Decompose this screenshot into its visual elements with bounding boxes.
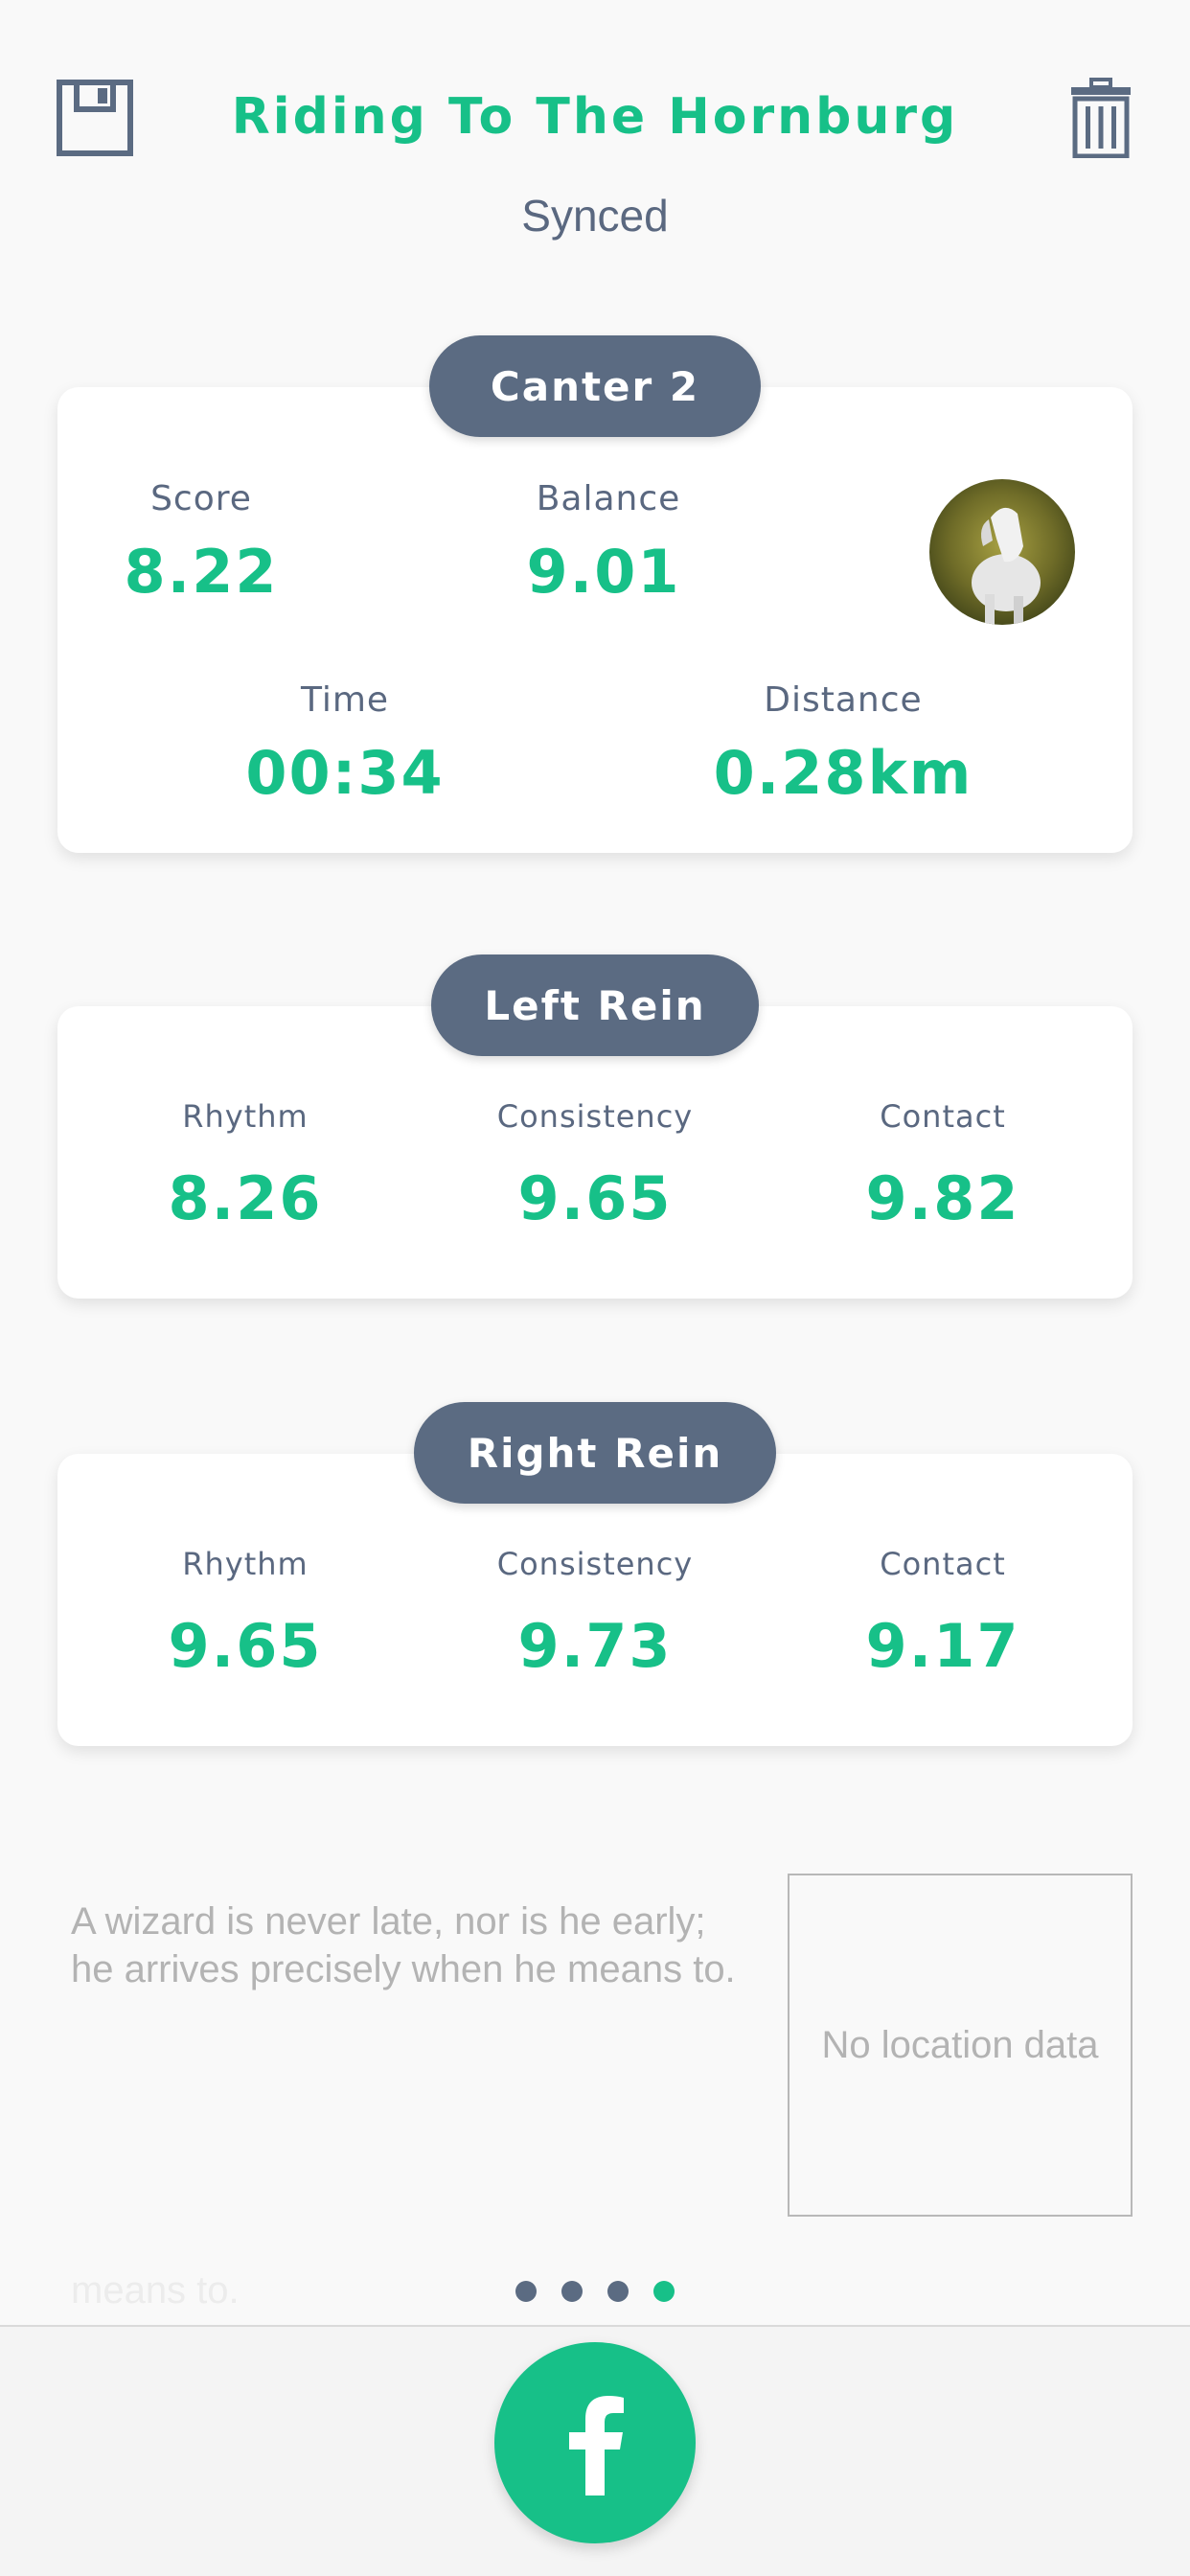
time-value: 00:34 (245, 738, 445, 808)
right-rhythm-value: 9.65 (168, 1611, 323, 1681)
left-rhythm-label: Rhythm (182, 1098, 309, 1135)
right-consistency-label: Consistency (496, 1546, 694, 1582)
left-consistency-label: Consistency (496, 1098, 694, 1135)
canter-title-pill: Canter 2 (429, 335, 761, 437)
page-dot-3[interactable] (607, 2281, 629, 2302)
header: Riding To The Hornburg Synced (0, 0, 1190, 259)
ride-notes: A wizard is never late, nor is he early;… (71, 1900, 736, 1990)
page-dot-2[interactable] (561, 2281, 583, 2302)
balance-label: Balance (536, 479, 681, 518)
map-placeholder: No location data (788, 1874, 1133, 2217)
score-label: Score (150, 479, 252, 518)
sync-status: Synced (521, 191, 669, 241)
page-title: Riding To The Hornburg (231, 88, 959, 146)
left-contact-value: 9.82 (865, 1163, 1020, 1233)
right-rein-title-pill: Right Rein (414, 1402, 776, 1504)
distance-value: 0.28km (713, 738, 973, 808)
facebook-share-button[interactable] (494, 2342, 696, 2543)
trash-icon (1071, 78, 1131, 158)
left-rhythm-value: 8.26 (168, 1163, 323, 1233)
balance-value: 9.01 (526, 537, 681, 607)
distance-label: Distance (764, 680, 923, 720)
left-contact-label: Contact (880, 1098, 1006, 1135)
horse-avatar (929, 479, 1075, 625)
time-label: Time (300, 680, 390, 720)
map-placeholder-text: No location data (821, 2023, 1099, 2066)
right-contact-value: 9.17 (865, 1611, 1020, 1681)
right-consistency-value: 9.73 (517, 1611, 673, 1681)
left-consistency-value: 9.65 (517, 1163, 673, 1233)
facebook-icon (569, 2396, 624, 2496)
score-value: 8.22 (124, 537, 279, 607)
page-indicator (0, 2281, 1190, 2302)
right-rhythm-label: Rhythm (182, 1546, 309, 1582)
right-contact-label: Contact (880, 1546, 1006, 1582)
left-rein-title-pill: Left Rein (431, 954, 759, 1056)
page-dot-1[interactable] (515, 2281, 537, 2302)
delete-button[interactable] (1058, 75, 1144, 161)
page-dot-4[interactable] (653, 2281, 675, 2302)
